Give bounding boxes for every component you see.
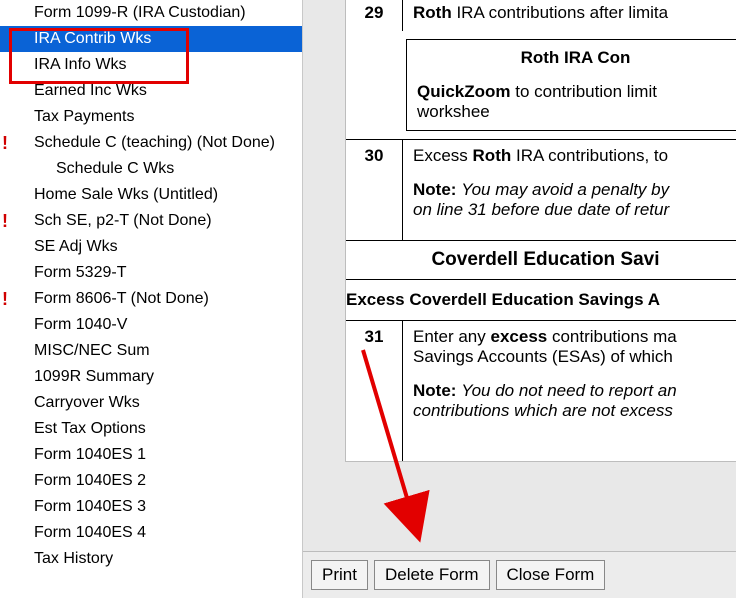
note-label: Note: xyxy=(413,180,456,199)
forms-list-item-label: Earned Inc Wks xyxy=(16,82,147,100)
line-number: 29 xyxy=(346,0,403,31)
forms-list-item[interactable]: Tax Payments xyxy=(0,104,302,130)
forms-list-item[interactable]: Home Sale Wks (Untitled) xyxy=(0,182,302,208)
forms-list-item[interactable]: Schedule C Wks xyxy=(0,156,302,182)
forms-list-item-label: Form 1040ES 1 xyxy=(16,446,146,464)
text: Savings Accounts (ESAs) of which xyxy=(413,347,736,367)
forms-list-item-label: Form 1040-V xyxy=(16,316,127,334)
text: IRA contributions, to xyxy=(511,146,668,165)
forms-list-item[interactable]: Tax History xyxy=(0,546,302,572)
forms-list-item[interactable]: Carryover Wks xyxy=(0,390,302,416)
box-title: Roth IRA Con xyxy=(417,48,734,68)
forms-list-item-label: Tax History xyxy=(16,550,113,568)
form-button-bar: Print Delete Form Close Form xyxy=(303,551,736,598)
forms-list-item[interactable]: Form 1040-V xyxy=(0,312,302,338)
forms-list-item-label: Schedule C (teaching) (Not Done) xyxy=(16,134,275,152)
forms-list-item[interactable]: Form 1040ES 3 xyxy=(0,494,302,520)
line-number: 31 xyxy=(346,321,403,461)
forms-list-item[interactable]: IRA Contrib Wks xyxy=(0,26,302,52)
quickzoom-label: QuickZoom xyxy=(417,82,511,101)
form-line-31: 31 Enter any excess contributions ma Sav… xyxy=(346,320,736,461)
text-bold: excess xyxy=(491,327,548,346)
text: Excess xyxy=(413,146,473,165)
line-body: Enter any excess contributions ma Saving… xyxy=(403,321,736,461)
forms-list-item[interactable]: Est Tax Options xyxy=(0,416,302,442)
forms-list-item[interactable]: Form 1040ES 1 xyxy=(0,442,302,468)
forms-list-item-label: Form 1040ES 4 xyxy=(16,524,146,542)
line-body: Roth IRA contributions after limita xyxy=(403,0,736,31)
text-bold: Roth xyxy=(473,146,512,165)
error-flag-icon: ! xyxy=(2,212,16,230)
forms-list-item[interactable]: MISC/NEC Sum xyxy=(0,338,302,364)
forms-list-item-label: Form 1040ES 3 xyxy=(16,498,146,516)
text: IRA contributions after limita xyxy=(452,3,668,22)
forms-list-item-label: SE Adj Wks xyxy=(16,238,118,256)
note-label: Note: xyxy=(413,381,456,400)
section-title-coverdell: Coverdell Education Savi xyxy=(346,240,736,279)
forms-list-item[interactable]: 1099R Summary xyxy=(0,364,302,390)
note-text-2: on line 31 before due date of retur xyxy=(413,200,736,220)
forms-list-item-label: Form 5329-T xyxy=(16,264,126,282)
forms-list-item[interactable]: Form 1040ES 4 xyxy=(0,520,302,546)
error-flag-icon: ! xyxy=(2,290,16,308)
forms-list-item-label: Tax Payments xyxy=(16,108,134,126)
forms-list-item[interactable]: Form 5329-T xyxy=(0,260,302,286)
error-flag-icon: ! xyxy=(2,134,16,152)
forms-list-item-label: Est Tax Options xyxy=(16,420,146,438)
forms-list-item[interactable]: Form 1099-R (IRA Custodian) xyxy=(0,0,302,26)
form-line-29: 29 Roth IRA contributions after limita xyxy=(346,0,736,31)
text-bold: Roth xyxy=(413,3,452,22)
forms-list-item[interactable]: SE Adj Wks xyxy=(0,234,302,260)
text: Enter any xyxy=(413,327,491,346)
note-text: You do not need to report an xyxy=(461,381,677,400)
note-text: You may avoid a penalty by xyxy=(461,180,669,199)
forms-list-item[interactable]: Earned Inc Wks xyxy=(0,78,302,104)
forms-list-item-label: IRA Contrib Wks xyxy=(16,30,151,48)
print-button[interactable]: Print xyxy=(311,560,368,590)
forms-sidebar: Form 1099-R (IRA Custodian) IRA Contrib W… xyxy=(0,0,303,598)
forms-list-item-label: Form 1099-R (IRA Custodian) xyxy=(16,4,246,22)
forms-list-item[interactable]: IRA Info Wks xyxy=(0,52,302,78)
roth-ira-box: Roth IRA Con QuickZoom to contribution l… xyxy=(406,39,736,131)
forms-list-item-label: Home Sale Wks (Untitled) xyxy=(16,186,218,204)
line-body: Excess Roth IRA contributions, to Note: … xyxy=(403,140,736,240)
quickzoom-line[interactable]: QuickZoom to contribution limit workshee xyxy=(417,82,734,122)
subsection-title-excess-coverdell: Excess Coverdell Education Savings A xyxy=(346,279,736,320)
forms-list-item-label: IRA Info Wks xyxy=(16,56,126,74)
forms-list-item-label: MISC/NEC Sum xyxy=(16,342,150,360)
forms-list-item-label: Schedule C Wks xyxy=(16,160,174,178)
forms-list-item[interactable]: !Form 8606-T (Not Done) xyxy=(0,286,302,312)
form-paper: 29 Roth IRA contributions after limita R… xyxy=(345,0,736,462)
forms-list-item[interactable]: Form 1040ES 2 xyxy=(0,468,302,494)
forms-list-item-label: Sch SE, p2-T (Not Done) xyxy=(16,212,212,230)
forms-list-item[interactable]: !Schedule C (teaching) (Not Done) xyxy=(0,130,302,156)
forms-list-item-label: Carryover Wks xyxy=(16,394,140,412)
form-line-30: 30 Excess Roth IRA contributions, to Not… xyxy=(346,139,736,240)
close-form-button[interactable]: Close Form xyxy=(496,560,606,590)
forms-list: Form 1099-R (IRA Custodian) IRA Contrib W… xyxy=(0,0,302,572)
note-text-2: contributions which are not excess xyxy=(413,401,736,421)
line-number: 30 xyxy=(346,140,403,240)
text: contributions ma xyxy=(547,327,676,346)
forms-list-item[interactable]: !Sch SE, p2-T (Not Done) xyxy=(0,208,302,234)
forms-list-item-label: 1099R Summary xyxy=(16,368,154,386)
delete-form-button[interactable]: Delete Form xyxy=(374,560,490,590)
form-pane: 29 Roth IRA contributions after limita R… xyxy=(303,0,736,598)
forms-list-item-label: Form 1040ES 2 xyxy=(16,472,146,490)
forms-list-item-label: Form 8606-T (Not Done) xyxy=(16,290,209,308)
